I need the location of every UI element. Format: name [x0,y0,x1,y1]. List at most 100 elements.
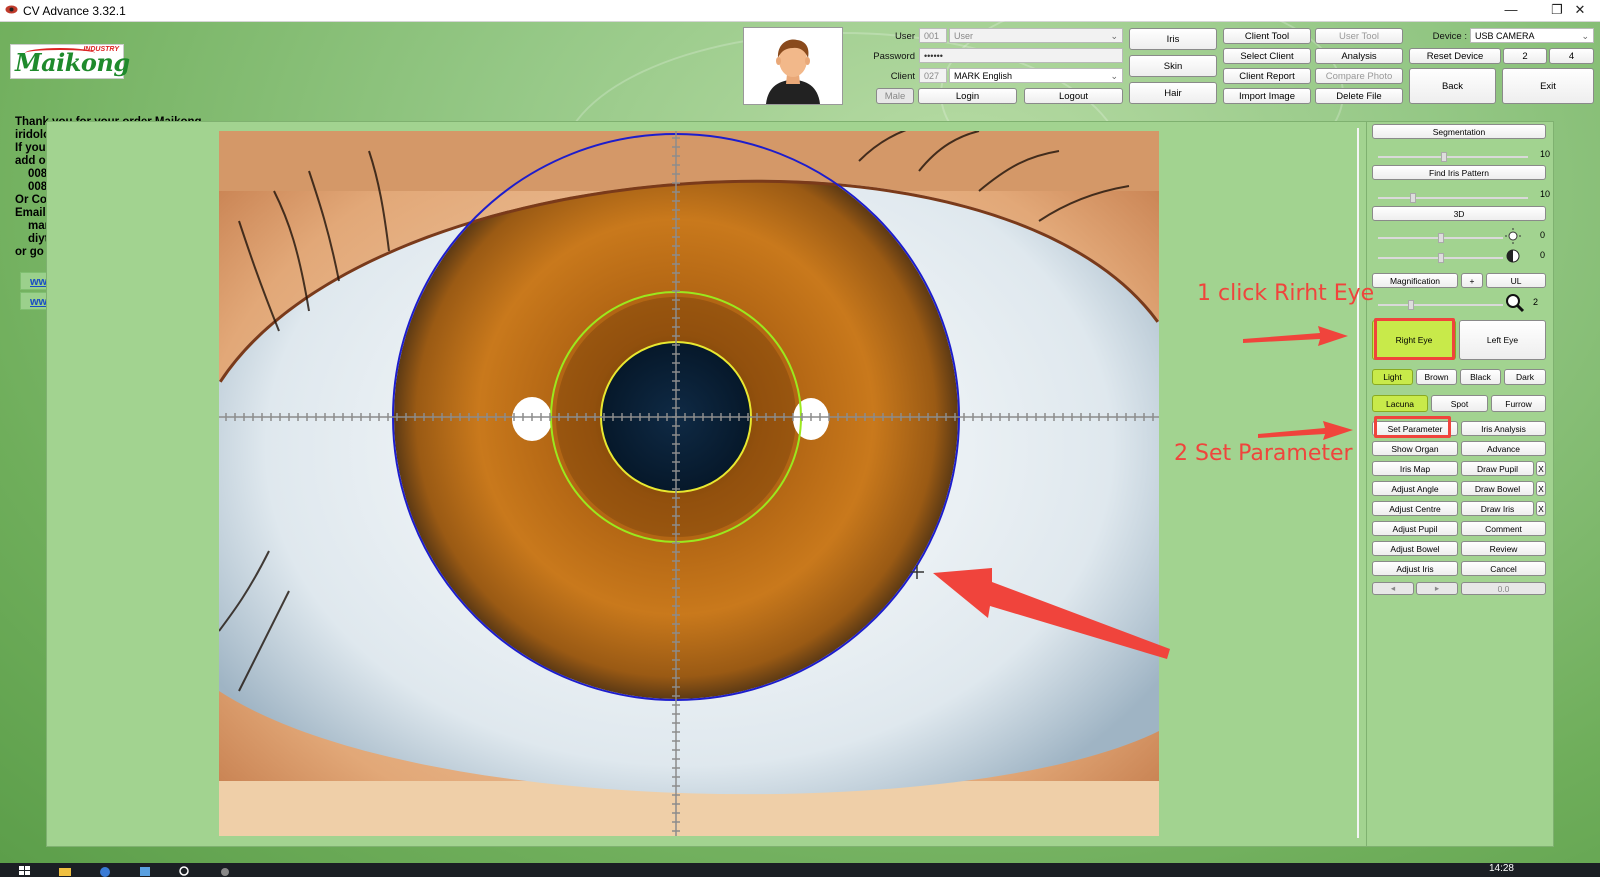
compare-photo-button[interactable]: Compare Photo [1315,68,1403,84]
zoom-value: 2 [1533,297,1539,307]
import-image-button[interactable]: Import Image [1223,88,1311,104]
logout-button[interactable]: Logout [1024,88,1123,104]
user-label: User [894,31,915,42]
app-icon[interactable] [138,865,152,877]
iris-button[interactable]: Iris [1129,28,1217,50]
user-select[interactable]: User ⌄ [949,28,1123,43]
clock: 14:28 [1488,863,1514,874]
segmentation-slider[interactable] [1378,152,1528,162]
maikong-logo: Maikong INDUSTRY [10,44,130,79]
client-avatar [743,27,843,105]
pattern-slider[interactable] [1378,193,1528,203]
chevron-down-icon: ⌄ [1110,31,1118,41]
left-eye-button[interactable]: Left Eye [1459,320,1546,360]
step1-annotation: 1 click Rirht Eye [1197,281,1375,306]
adjust-angle-button[interactable]: Adjust Angle [1372,481,1458,496]
password-label: Password [873,51,915,62]
magnify-plus-button[interactable]: + [1461,273,1483,288]
clear-bowel-button[interactable]: X [1536,481,1546,496]
device-label: Device : [1432,31,1467,42]
hair-button[interactable]: Hair [1129,82,1217,104]
client-tool-button[interactable]: Client Tool [1223,28,1311,44]
contrast-slider[interactable] [1378,253,1503,263]
iris-image[interactable] [219,131,1159,836]
contrast-value: 0 [1540,250,1546,260]
brown-button[interactable]: Brown [1416,369,1457,385]
pattern-value: 10 [1540,189,1551,199]
back-button[interactable]: Back [1409,68,1496,104]
brightness-icon [1505,228,1521,244]
select-client-button[interactable]: Select Client [1223,48,1311,64]
slider-thumb[interactable] [1438,253,1444,263]
furrow-button[interactable]: Furrow [1491,395,1546,412]
client-select[interactable]: MARK English ⌄ [949,68,1123,83]
close-button[interactable]: ✕ [1560,0,1600,21]
lacuna-button[interactable]: Lacuna [1372,395,1428,412]
password-field[interactable]: •••••• [919,48,1123,63]
slider-thumb[interactable] [1408,300,1414,310]
layout-4-button[interactable]: 4 [1549,48,1594,64]
layout-2-button[interactable]: 2 [1503,48,1547,64]
slider-thumb[interactable] [1438,233,1444,243]
next-arrow-button[interactable]: ▸ [1416,582,1458,595]
logo-text: Maikong [15,48,130,77]
contrast-icon [1506,249,1520,263]
title-bar: CV Advance 3.32.1 — ❐ ✕ [0,0,1600,22]
segmentation-value: 10 [1540,149,1551,159]
comment-button[interactable]: Comment [1461,521,1546,536]
adjust-pupil-button[interactable]: Adjust Pupil [1372,521,1458,536]
eye-app-icon [5,5,18,14]
user-tool-button[interactable]: User Tool [1315,28,1403,44]
camera-app-icon[interactable] [218,865,232,877]
client-id-field[interactable]: 027 [919,68,947,83]
draw-bowel-button[interactable]: Draw Bowel [1461,481,1534,496]
analysis-button[interactable]: Analysis [1315,48,1403,64]
dark-button[interactable]: Dark [1504,369,1546,385]
folder-icon[interactable] [58,865,72,877]
start-icon[interactable] [18,865,32,877]
exit-button[interactable]: Exit [1502,68,1594,104]
user-id-field[interactable]: 001 [919,28,947,43]
gender-button[interactable]: Male [876,88,914,104]
light-button[interactable]: Light [1372,369,1413,385]
adjust-iris-button[interactable]: Adjust Iris [1372,561,1458,576]
reset-device-button[interactable]: Reset Device [1409,48,1501,64]
ul-button[interactable]: UL [1486,273,1546,288]
prev-arrow-button[interactable]: ◂ [1372,582,1414,595]
black-button[interactable]: Black [1460,369,1501,385]
login-button[interactable]: Login [918,88,1017,104]
cancel-button[interactable]: Cancel [1461,561,1546,576]
position-value: 0.0 [1461,582,1546,595]
3d-button[interactable]: 3D [1372,206,1546,221]
zoom-slider[interactable] [1378,300,1503,310]
advance-button[interactable]: Advance [1461,441,1546,456]
brightness-slider[interactable] [1378,233,1503,243]
client-select-value: MARK English [954,71,1013,81]
adjust-bowel-button[interactable]: Adjust Bowel [1372,541,1458,556]
minimize-button[interactable]: — [1488,0,1534,21]
slider-thumb[interactable] [1441,152,1447,162]
iris-map-button[interactable]: Iris Map [1372,461,1458,476]
segmentation-button[interactable]: Segmentation [1372,124,1546,139]
browser-icon[interactable] [98,865,112,877]
chevron-down-icon: ⌄ [1581,31,1589,41]
draw-pupil-button[interactable]: Draw Pupil [1461,461,1534,476]
find-iris-pattern-button[interactable]: Find Iris Pattern [1372,165,1546,180]
clear-pupil-button[interactable]: X [1536,461,1546,476]
magnification-button[interactable]: Magnification [1372,273,1458,288]
panel-divider [1357,128,1359,838]
device-select[interactable]: USB CAMERA ⌄ [1470,28,1594,43]
spot-button[interactable]: Spot [1431,395,1488,412]
clear-iris-button[interactable]: X [1536,501,1546,516]
delete-file-button[interactable]: Delete File [1315,88,1403,104]
draw-iris-button[interactable]: Draw Iris [1461,501,1534,516]
slider-thumb[interactable] [1410,193,1416,203]
search-icon[interactable] [178,865,192,877]
iris-analysis-button[interactable]: Iris Analysis [1461,421,1546,436]
step2-annotation: 2 Set Parameter [1174,441,1353,466]
show-organ-button[interactable]: Show Organ [1372,441,1458,456]
client-report-button[interactable]: Client Report [1223,68,1311,84]
skin-button[interactable]: Skin [1129,55,1217,77]
adjust-centre-button[interactable]: Adjust Centre [1372,501,1458,516]
review-button[interactable]: Review [1461,541,1546,556]
